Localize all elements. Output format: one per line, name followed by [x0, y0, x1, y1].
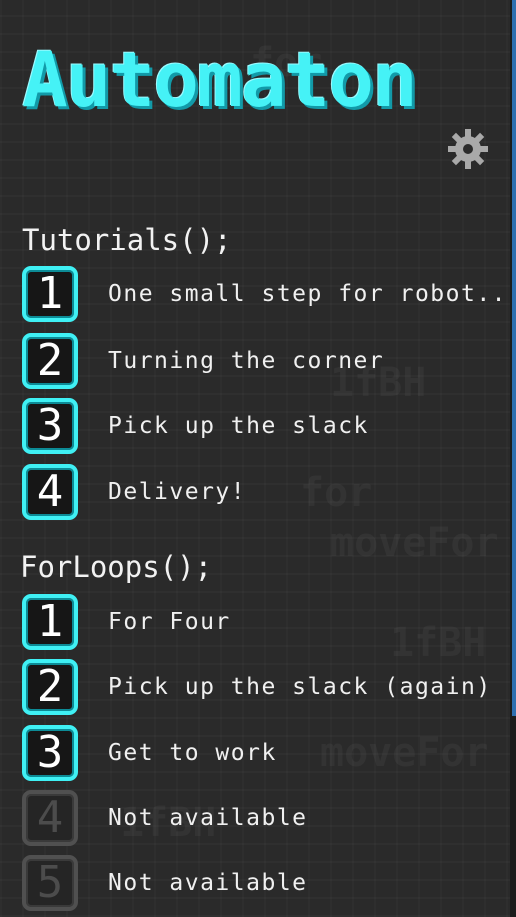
- level-number-badge: 4: [22, 464, 78, 520]
- level-label: For Four: [108, 609, 231, 635]
- level-number-badge: 5: [22, 855, 78, 911]
- level-number-badge: 2: [22, 333, 78, 389]
- level-label: Not available: [108, 805, 308, 831]
- gear-icon[interactable]: [447, 128, 489, 170]
- level-label: Turning the corner: [108, 348, 385, 374]
- level-button-forloops-4-locked: 4 Not available: [22, 788, 502, 848]
- level-label: Get to work: [108, 740, 277, 766]
- level-button-tutorial-3[interactable]: 3 Pick up the slack: [22, 396, 502, 456]
- level-number-badge: 1: [22, 594, 78, 650]
- section-heading-forloops: ForLoops();: [20, 550, 213, 584]
- level-button-forloops-2[interactable]: 2 Pick up the slack (again): [22, 657, 502, 717]
- level-button-forloops-3[interactable]: 3 Get to work: [22, 723, 502, 783]
- game-title: Automaton: [22, 35, 418, 124]
- level-label: Pick up the slack: [108, 413, 369, 439]
- right-edge: [510, 0, 516, 917]
- level-label: Not available: [108, 870, 308, 896]
- section-heading-tutorials: Tutorials();: [22, 223, 232, 257]
- level-number-badge: 3: [22, 398, 78, 454]
- level-number-badge: 4: [22, 790, 78, 846]
- level-number-badge: 1: [22, 266, 78, 322]
- level-button-tutorial-2[interactable]: 2 Turning the corner: [22, 331, 502, 391]
- level-number-badge: 3: [22, 725, 78, 781]
- level-label: Pick up the slack (again): [108, 674, 492, 700]
- level-button-tutorial-4[interactable]: 4 Delivery!: [22, 462, 502, 522]
- background-text: moveFor: [330, 520, 499, 566]
- level-button-tutorial-1[interactable]: 1 One small step for robot..: [22, 264, 506, 324]
- level-button-forloops-1[interactable]: 1 For Four: [22, 592, 502, 652]
- level-button-forloops-5-locked: 5 Not available: [22, 853, 502, 913]
- level-label: Delivery!: [108, 479, 247, 505]
- level-label: One small step for robot..: [108, 281, 508, 307]
- scroll-strip: [512, 0, 516, 716]
- level-number-badge: 2: [22, 659, 78, 715]
